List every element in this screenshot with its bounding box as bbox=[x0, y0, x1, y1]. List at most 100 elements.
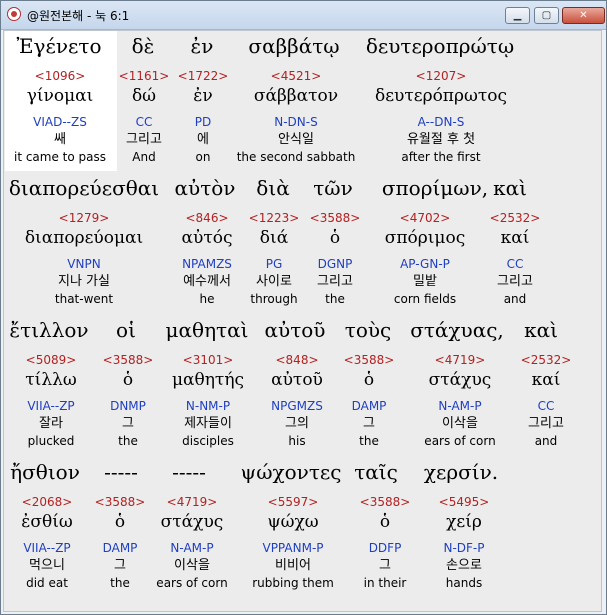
parsing-code[interactable]: A--DN-S bbox=[375, 113, 507, 131]
strong-number[interactable]: <848> bbox=[271, 352, 323, 368]
greek-word[interactable]: σαββάτῳ bbox=[248, 34, 339, 58]
word-analysis[interactable]: <1223> διά PG 사이로 through bbox=[249, 210, 300, 307]
greek-word[interactable]: διὰ bbox=[256, 176, 289, 200]
word-analysis[interactable]: <5597> ψώχω VPPANM-P 비비어 rubbing them bbox=[252, 494, 334, 591]
strong-number[interactable]: <1223> bbox=[249, 210, 300, 226]
strong-number[interactable]: <4719> bbox=[424, 352, 495, 368]
strong-number[interactable]: <5495> bbox=[439, 494, 490, 510]
parsing-code[interactable]: PG bbox=[249, 255, 300, 273]
greek-word[interactable]: τοὺς bbox=[345, 318, 391, 342]
parsing-code[interactable]: N-AM-P bbox=[156, 539, 227, 557]
strong-number[interactable]: <5089> bbox=[25, 352, 77, 368]
strong-number[interactable]: <3588> bbox=[95, 494, 146, 510]
strong-number[interactable]: <4719> bbox=[156, 494, 227, 510]
greek-word[interactable]: ἐν bbox=[191, 34, 214, 58]
word-analysis[interactable]: <5089> τίλλω VIIA--ZP 잘라 plucked bbox=[25, 352, 76, 449]
strong-number[interactable]: <3588> bbox=[344, 352, 395, 368]
greek-word[interactable]: ----- bbox=[172, 460, 206, 484]
strong-number[interactable]: <4702> bbox=[385, 210, 465, 226]
greek-word[interactable]: ψώχοντες bbox=[241, 460, 342, 484]
word-analysis[interactable]: <5495> χείρ N-DF-P 손으로 hands bbox=[439, 494, 490, 591]
strong-number[interactable]: <1207> bbox=[375, 68, 507, 84]
greek-word[interactable]: ----- bbox=[104, 460, 138, 484]
greek-word[interactable]: τῶν bbox=[313, 176, 353, 200]
greek-word[interactable]: μαθηταὶ bbox=[166, 318, 249, 342]
greek-word[interactable]: διαπορεύεσθαι bbox=[9, 176, 159, 200]
parsing-code[interactable]: CC bbox=[521, 397, 572, 415]
word-analysis[interactable]: <3588> ὁ DGNP 그리고 the bbox=[310, 210, 361, 307]
title-bar[interactable]: @원전본해 - 눅 6:1 ▁ ▢ ✕ bbox=[1, 1, 606, 30]
strong-number[interactable]: <3588> bbox=[360, 494, 411, 510]
parsing-code[interactable]: DDFP bbox=[360, 539, 411, 557]
greek-word[interactable]: ἤσθιον bbox=[10, 460, 80, 484]
word-analysis[interactable]: <4719> στάχυς N-AM-P 이삭을 ears of corn bbox=[156, 494, 227, 591]
app-icon[interactable] bbox=[7, 7, 21, 21]
greek-word[interactable]: δευτεροπρώτῳ bbox=[366, 34, 514, 58]
word-analysis[interactable]: <4719> στάχυς N-AM-P 이삭을 ears of corn bbox=[424, 352, 495, 449]
parsing-code[interactable]: VIIA--ZP bbox=[25, 397, 76, 415]
strong-number[interactable]: <1279> bbox=[25, 210, 143, 226]
word-analysis[interactable]: <4702> σπόριμος AP-GN-P 밀밭 corn fields bbox=[385, 210, 465, 307]
strong-number[interactable]: <5597> bbox=[252, 494, 334, 510]
greek-word[interactable]: ἔτιλλον bbox=[9, 318, 88, 342]
word-analysis[interactable]: <3588> ὁ DAMP 그 the bbox=[95, 494, 146, 591]
parsing-code[interactable]: VNPN bbox=[25, 255, 143, 273]
strong-number[interactable]: <2532> bbox=[490, 210, 541, 226]
parsing-code[interactable]: DAMP bbox=[344, 397, 395, 415]
strong-number[interactable]: <1722> bbox=[178, 68, 229, 84]
parsing-code[interactable]: N-NM-P bbox=[172, 397, 244, 415]
parsing-code[interactable]: NPGMZS bbox=[271, 397, 323, 415]
word-analysis[interactable]: <1096> γίνομαι VIAD--ZS 쌔 it came to pas… bbox=[14, 68, 106, 165]
word-analysis[interactable]: <1279> διαπορεύομαι VNPN 지나 가실 that-went bbox=[25, 210, 143, 307]
parsing-code[interactable]: DAMP bbox=[95, 539, 146, 557]
parsing-code[interactable]: VIIA--ZP bbox=[21, 539, 73, 557]
strong-number[interactable]: <846> bbox=[182, 210, 233, 226]
greek-word[interactable]: δὲ bbox=[132, 34, 155, 58]
strong-number[interactable]: <3101> bbox=[172, 352, 244, 368]
greek-word[interactable]: χερσίν. bbox=[424, 460, 498, 484]
greek-word[interactable]: καὶ bbox=[493, 176, 527, 200]
greek-word[interactable]: Ἐγένετο bbox=[17, 34, 102, 58]
parsing-code[interactable]: DNMP bbox=[103, 397, 154, 415]
word-analysis[interactable]: <2532> καί CC 그리고 and bbox=[490, 210, 541, 307]
parsing-code[interactable]: VIAD--ZS bbox=[14, 113, 106, 131]
greek-word[interactable]: σπορίμων, bbox=[382, 176, 488, 200]
parsing-code[interactable]: DGNP bbox=[310, 255, 361, 273]
word-analysis[interactable]: <1161> δώ CC 그리고 And bbox=[119, 68, 170, 165]
greek-word[interactable]: αὐτοῦ bbox=[265, 318, 326, 342]
close-button[interactable]: ✕ bbox=[562, 7, 605, 24]
greek-word[interactable]: οἱ bbox=[116, 318, 136, 342]
word-analysis[interactable]: <3101> μαθητής N-NM-P 제자들이 disciples bbox=[172, 352, 244, 449]
maximize-button[interactable]: ▢ bbox=[534, 7, 559, 24]
strong-number[interactable]: <2068> bbox=[21, 494, 73, 510]
word-analysis[interactable]: <2068> ἐσθίω VIIA--ZP 먹으니 did eat bbox=[21, 494, 73, 591]
word-analysis[interactable]: <846> αὐτός NPAMZS 예수께서 he bbox=[182, 210, 233, 307]
parsing-code[interactable]: N-DF-P bbox=[439, 539, 490, 557]
greek-word[interactable]: στάχυας, bbox=[410, 318, 504, 342]
word-analysis[interactable]: <3588> ὁ DDFP 그 in their bbox=[360, 494, 411, 591]
word-analysis[interactable]: <2532> καί CC 그리고 and bbox=[521, 352, 572, 449]
parsing-code[interactable]: PD bbox=[178, 113, 229, 131]
parsing-code[interactable]: CC bbox=[119, 113, 170, 131]
strong-number[interactable]: <1161> bbox=[119, 68, 170, 84]
greek-word[interactable]: ταῖς bbox=[354, 460, 398, 484]
strong-number[interactable]: <3588> bbox=[310, 210, 361, 226]
word-analysis[interactable]: <3588> ὁ DAMP 그 the bbox=[344, 352, 395, 449]
strong-number[interactable]: <3588> bbox=[103, 352, 154, 368]
word-analysis[interactable]: <1207> δευτερόπρωτος A--DN-S 유월절 후 첫 aft… bbox=[375, 68, 507, 165]
word-analysis[interactable]: <3588> ὁ DNMP 그 the bbox=[103, 352, 154, 449]
strong-number[interactable]: <4521> bbox=[237, 68, 356, 84]
strong-number[interactable]: <1096> bbox=[14, 68, 106, 84]
parsing-code[interactable]: CC bbox=[490, 255, 541, 273]
minimize-button[interactable]: ▁ bbox=[505, 7, 530, 24]
parsing-code[interactable]: NPAMZS bbox=[182, 255, 233, 273]
word-analysis[interactable]: <848> αὐτοῦ NPGMZS 그의 his bbox=[271, 352, 323, 449]
greek-word[interactable]: αὐτὸν bbox=[175, 176, 236, 200]
parsing-code[interactable]: VPPANM-P bbox=[252, 539, 334, 557]
strong-number[interactable]: <2532> bbox=[521, 352, 572, 368]
parsing-code[interactable]: N-DN-S bbox=[237, 113, 356, 131]
parsing-code[interactable]: N-AM-P bbox=[424, 397, 495, 415]
word-analysis[interactable]: <1722> ἐν PD 에 on bbox=[178, 68, 229, 165]
parsing-code[interactable]: AP-GN-P bbox=[385, 255, 465, 273]
greek-word[interactable]: καὶ bbox=[524, 318, 558, 342]
